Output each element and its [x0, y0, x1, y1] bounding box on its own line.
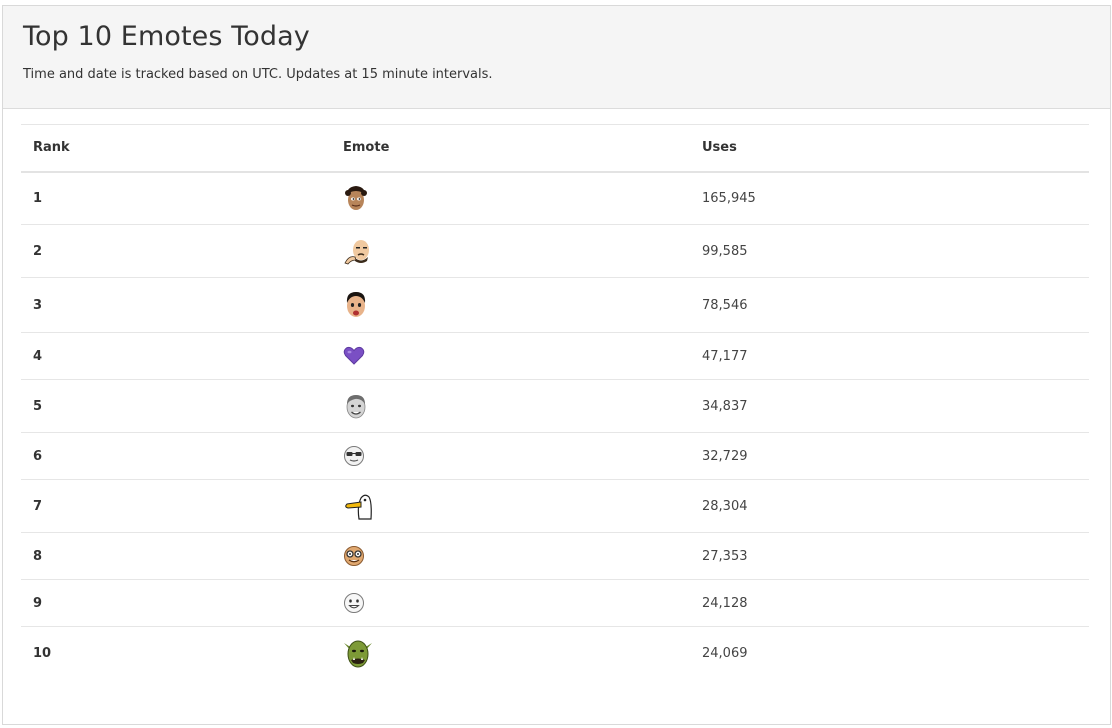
emotes-table: Rank Emote Uses 1 165,945 2 99,585 3 78,…	[21, 124, 1089, 680]
white-smile-face-emote-icon	[344, 593, 364, 613]
rank-cell: 3	[21, 277, 331, 333]
table-row: 4 47,177	[21, 332, 1089, 380]
purple-heart-emote-icon	[343, 346, 365, 365]
emotes-table-container: Rank Emote Uses 1 165,945 2 99,585 3 78,…	[21, 124, 1089, 680]
rank-cell: 1	[21, 171, 331, 225]
emote-cell	[331, 432, 690, 480]
uses-cell: 78,546	[690, 277, 1089, 333]
emote-cell	[331, 479, 690, 533]
glasses-face-emote-icon	[344, 446, 364, 466]
table-row: 10 24,069	[21, 627, 1089, 680]
column-header-emote: Emote	[343, 140, 390, 156]
uses-cell: 99,585	[690, 224, 1089, 278]
rank-cell: 5	[21, 379, 331, 433]
panel-header: Top 10 Emotes Today Time and date is tra…	[3, 6, 1110, 109]
rank-cell: 4	[21, 332, 331, 380]
rank-cell: 9	[21, 579, 331, 627]
page-subtitle: Time and date is tracked based on UTC. U…	[23, 67, 493, 82]
rank-cell: 7	[21, 479, 331, 533]
uses-cell: 27,353	[690, 532, 1089, 580]
emote-cell	[331, 627, 690, 680]
rank-cell: 2	[21, 224, 331, 278]
curly-hair-face-emote-icon	[345, 186, 367, 211]
table-row: 2 99,585	[21, 224, 1089, 278]
rank-cell: 6	[21, 432, 331, 480]
uses-cell: 28,304	[690, 479, 1089, 533]
page-title: Top 10 Emotes Today	[23, 21, 310, 52]
emote-cell	[331, 277, 690, 333]
table-row: 7 28,304	[21, 479, 1089, 533]
bald-thinking-face-emote-icon	[344, 240, 369, 265]
emote-cell	[331, 224, 690, 278]
uses-cell: 24,128	[690, 579, 1089, 627]
goose-emote-icon	[345, 494, 372, 520]
emote-cell	[331, 579, 690, 627]
emote-cell	[331, 532, 690, 580]
table-row: 8 27,353	[21, 532, 1089, 580]
uses-cell: 165,945	[690, 171, 1089, 225]
green-orc-emote-icon	[344, 640, 372, 668]
uses-cell: 24,069	[702, 645, 748, 661]
column-header-rank: Rank	[33, 140, 70, 156]
table-row: 3 78,546	[21, 277, 1089, 333]
column-header-uses: Uses	[702, 140, 737, 156]
table-row: 1 165,945	[21, 171, 1089, 225]
emote-cell	[331, 379, 690, 433]
grayscale-smile-face-emote-icon	[346, 395, 366, 419]
uses-cell: 34,837	[690, 379, 1089, 433]
rank-cell: 10	[33, 645, 52, 661]
rank-cell: 8	[21, 532, 331, 580]
nerd-glasses-face-emote-icon	[344, 546, 364, 566]
uses-cell: 47,177	[690, 332, 1089, 380]
table-row: 9 24,128	[21, 579, 1089, 627]
emote-cell	[331, 171, 690, 225]
emote-cell	[331, 332, 690, 380]
table-row: 6 32,729	[21, 432, 1089, 480]
table-header-row: Rank Emote Uses	[21, 124, 1089, 172]
uses-cell: 32,729	[690, 432, 1089, 480]
table-row: 5 34,837	[21, 379, 1089, 433]
surprised-face-emote-icon	[346, 292, 366, 317]
